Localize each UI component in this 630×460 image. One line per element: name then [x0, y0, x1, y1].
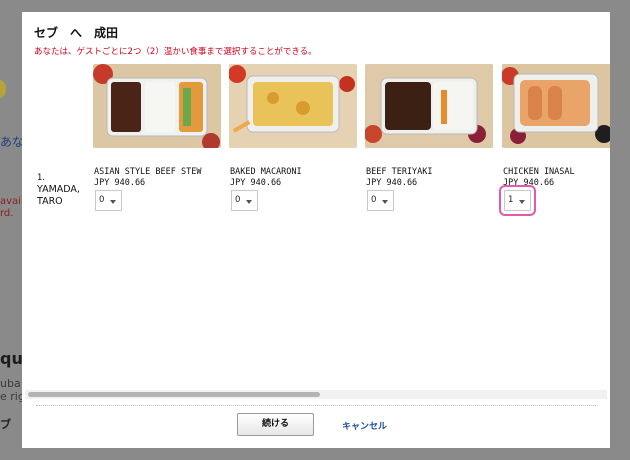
background-link-fragment: あな [0, 135, 25, 149]
chevron-down-icon [110, 200, 116, 204]
passenger-name: YAMADA, TARO [37, 184, 80, 207]
meal-name: BEEF TERIYAKI [366, 167, 433, 177]
chevron-down-icon [382, 200, 388, 204]
meal-name: ASIAN STYLE BEEF STEW [94, 167, 202, 177]
chevron-down-icon [246, 200, 252, 204]
quantity-value: 1 [508, 195, 514, 205]
quantity-value: 0 [371, 195, 377, 205]
meal-image-beef-teriyaki [365, 64, 493, 148]
meal-card-asian-style-beef-stew: ASIAN STYLE BEEF STEW JPY 940.66 0 [93, 64, 221, 211]
meal-image-asian-style-beef-stew [93, 64, 221, 148]
meal-quantity-select[interactable]: 1 [499, 185, 536, 216]
meal-price: JPY 940.66 [230, 178, 282, 188]
footer-divider [36, 405, 596, 406]
meal-quantity-select[interactable]: 0 [231, 190, 258, 211]
horizontal-scrollbar[interactable] [25, 390, 607, 399]
meal-name: CHICKEN INASAL [503, 167, 575, 177]
meal-price: JPY 940.66 [366, 178, 418, 188]
quantity-value: 0 [99, 195, 105, 205]
chevron-down-icon [519, 200, 525, 204]
meal-card-beef-teriyaki: BEEF TERIYAKI JPY 940.66 0 [365, 64, 493, 211]
background-badge [0, 80, 6, 98]
modal-title: セブ へ 成田 [34, 26, 119, 40]
meal-card-baked-macaroni: BAKED MACARONI JPY 940.66 0 [229, 64, 357, 211]
background-text-fragment-2: ブ [0, 418, 11, 431]
passenger-number: 1. [37, 173, 46, 183]
meal-price: JPY 940.66 [94, 178, 146, 188]
continue-button[interactable]: 続ける [237, 413, 314, 436]
meal-quantity-select[interactable]: 0 [95, 190, 122, 211]
meal-image-chicken-inasal [502, 64, 610, 148]
meal-options-scroll-area[interactable]: ASIAN STYLE BEEF STEW JPY 940.66 0 BAKED… [93, 64, 610, 254]
meal-limit-notice: あなたは、ゲストごとに2つ（2）温かい食事まで選択することができる。 [34, 47, 317, 57]
scrollbar-thumb[interactable] [28, 392, 320, 397]
meal-name: BAKED MACARONI [230, 167, 302, 177]
meal-quantity-select[interactable]: 0 [367, 190, 394, 211]
meal-selection-modal: セブ へ 成田 あなたは、ゲストごとに2つ（2）温かい食事まで選択することができ… [22, 12, 610, 448]
meal-price: JPY 940.66 [503, 178, 555, 188]
passenger-label: 1. YAMADA, TARO [37, 172, 87, 208]
meal-card-chicken-inasal: CHICKEN INASAL JPY 940.66 1 [499, 64, 610, 216]
quantity-value: 0 [235, 195, 241, 205]
meal-image-baked-macaroni [229, 64, 357, 148]
cancel-link[interactable]: キャンセル [342, 419, 387, 432]
